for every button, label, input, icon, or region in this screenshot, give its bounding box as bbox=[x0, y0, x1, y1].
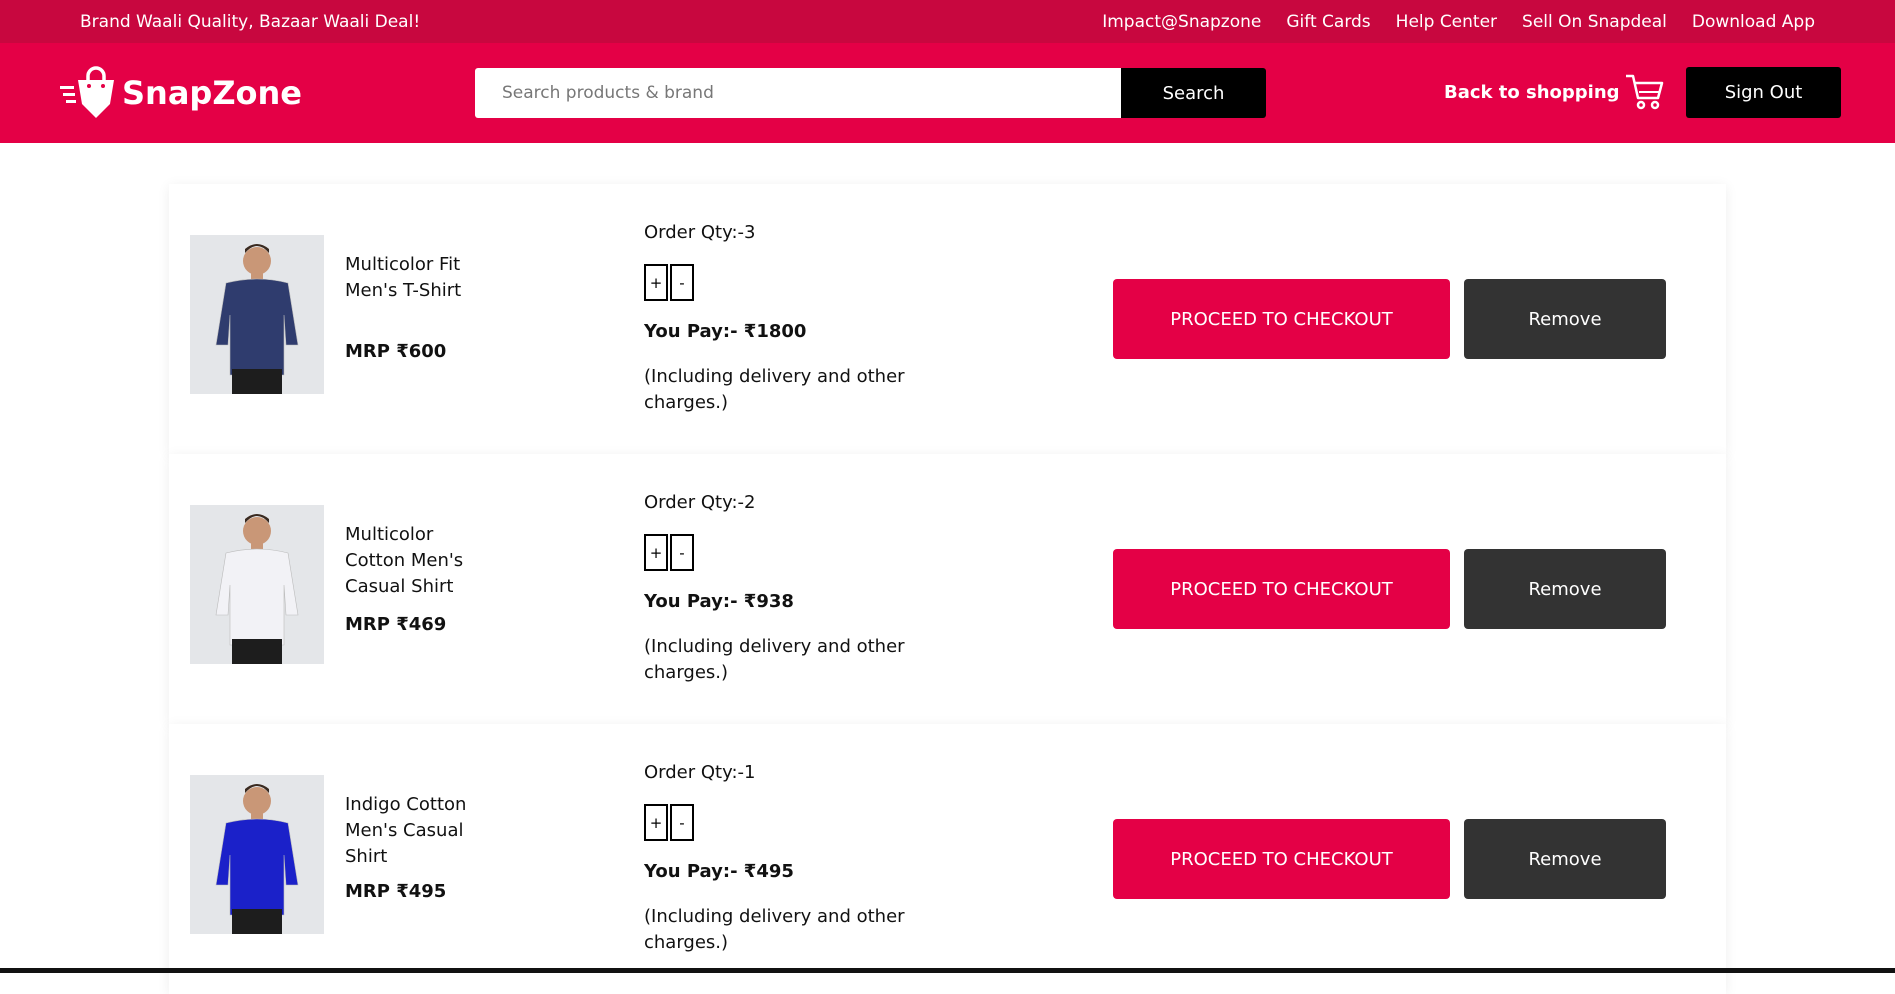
remove-button[interactable]: Remove bbox=[1464, 819, 1666, 899]
product-image[interactable] bbox=[190, 505, 324, 664]
link-impact[interactable]: Impact@Snapzone bbox=[1102, 12, 1261, 32]
increase-qty-button[interactable]: + bbox=[644, 534, 668, 571]
delivery-note: (Including delivery and other charges.) bbox=[644, 906, 905, 953]
increase-qty-button[interactable]: + bbox=[644, 264, 668, 301]
back-label: Back to shopping bbox=[1444, 81, 1620, 103]
order-quantity: Order Qty:-3 bbox=[644, 222, 756, 243]
product-mrp: MRP ₹600 bbox=[345, 341, 447, 362]
logo[interactable]: SnapZone bbox=[58, 66, 475, 120]
link-sell[interactable]: Sell On Snapdeal bbox=[1522, 12, 1667, 32]
remove-button[interactable]: Remove bbox=[1464, 279, 1666, 359]
link-help-center[interactable]: Help Center bbox=[1396, 12, 1497, 32]
order-quantity: Order Qty:-1 bbox=[644, 762, 756, 783]
proceed-to-checkout-button[interactable]: PROCEED TO CHECKOUT bbox=[1113, 279, 1450, 359]
proceed-to-checkout-button[interactable]: PROCEED TO CHECKOUT bbox=[1113, 819, 1450, 899]
decrease-qty-button[interactable]: - bbox=[670, 804, 694, 841]
cart-list: Multicolor Fit Men's T-Shirt MRP ₹600 Or… bbox=[169, 184, 1726, 994]
link-download-app[interactable]: Download App bbox=[1692, 12, 1815, 32]
main-header: SnapZone Search Back to shopping Sign Ou… bbox=[0, 43, 1895, 143]
quantity-stepper: + - bbox=[644, 264, 694, 301]
quantity-stepper: + - bbox=[644, 534, 694, 571]
search-bar: Search bbox=[475, 68, 1266, 118]
delivery-note: (Including delivery and other charges.) bbox=[644, 636, 905, 683]
cart-item: Multicolor Cotton Men's Casual Shirt MRP… bbox=[169, 454, 1726, 724]
tagline: Brand Waali Quality, Bazaar Waali Deal! bbox=[80, 11, 421, 32]
increase-qty-button[interactable]: + bbox=[644, 804, 668, 841]
cart-icon bbox=[1625, 74, 1663, 110]
top-links: Impact@Snapzone Gift Cards Help Center S… bbox=[1102, 12, 1815, 32]
search-input[interactable] bbox=[475, 68, 1121, 118]
decrease-qty-button[interactable]: - bbox=[670, 534, 694, 571]
proceed-to-checkout-button[interactable]: PROCEED TO CHECKOUT bbox=[1113, 549, 1450, 629]
product-name[interactable]: Multicolor Fit Men's T-Shirt bbox=[345, 252, 495, 304]
shopping-bag-icon bbox=[60, 66, 114, 118]
logo-text: SnapZone bbox=[122, 74, 302, 112]
product-photo-icon bbox=[215, 514, 299, 664]
you-pay-amount: You Pay:- ₹938 bbox=[644, 591, 794, 612]
top-announcement-bar: Brand Waali Quality, Bazaar Waali Deal! … bbox=[0, 0, 1895, 43]
search-button[interactable]: Search bbox=[1121, 68, 1266, 118]
cart-item: Indigo Cotton Men's Casual Shirt MRP ₹49… bbox=[169, 724, 1726, 994]
you-pay-amount: You Pay:- ₹1800 bbox=[644, 321, 807, 342]
decrease-qty-button[interactable]: - bbox=[670, 264, 694, 301]
link-gift-cards[interactable]: Gift Cards bbox=[1286, 12, 1370, 32]
order-quantity: Order Qty:-2 bbox=[644, 492, 756, 513]
product-name[interactable]: Multicolor Cotton Men's Casual Shirt bbox=[345, 522, 495, 600]
product-mrp: MRP ₹469 bbox=[345, 614, 447, 635]
delivery-note: (Including delivery and other charges.) bbox=[644, 366, 905, 413]
product-photo-icon bbox=[215, 244, 299, 394]
page-bottom-border bbox=[0, 968, 1895, 973]
back-to-shopping-link[interactable]: Back to shopping bbox=[1444, 67, 1666, 117]
product-image[interactable] bbox=[190, 235, 324, 394]
remove-button[interactable]: Remove bbox=[1464, 549, 1666, 629]
product-image[interactable] bbox=[190, 775, 324, 934]
quantity-stepper: + - bbox=[644, 804, 694, 841]
cart-item: Multicolor Fit Men's T-Shirt MRP ₹600 Or… bbox=[169, 184, 1726, 454]
you-pay-amount: You Pay:- ₹495 bbox=[644, 861, 794, 882]
product-photo-icon bbox=[215, 784, 299, 934]
sign-out-button[interactable]: Sign Out bbox=[1686, 67, 1841, 118]
product-name[interactable]: Indigo Cotton Men's Casual Shirt bbox=[345, 792, 495, 870]
product-mrp: MRP ₹495 bbox=[345, 881, 447, 902]
